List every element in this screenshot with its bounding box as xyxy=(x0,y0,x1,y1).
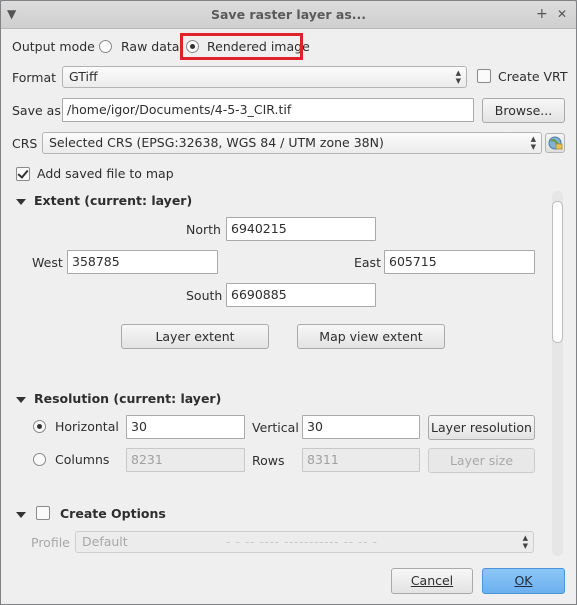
rows-label: Rows xyxy=(252,453,285,468)
resolution-section-title[interactable]: Resolution (current: layer) xyxy=(34,391,221,407)
west-label: West xyxy=(32,255,63,270)
west-input[interactable]: 358785 xyxy=(67,250,218,274)
title-bar[interactable]: ▼ Save raster layer as... + ✕ xyxy=(1,1,576,29)
columns-label[interactable]: Columns xyxy=(55,452,109,468)
profile-value: Default xyxy=(82,534,128,549)
columns-radio[interactable] xyxy=(33,453,46,466)
profile-label: Profile xyxy=(31,535,70,550)
collapse-create-options-icon[interactable] xyxy=(16,512,26,518)
save-as-path-input[interactable]: /home/igor/Documents/4-5-3_CIR.tif xyxy=(62,98,474,122)
east-input[interactable]: 605715 xyxy=(384,250,535,274)
vertical-label: Vertical xyxy=(252,420,299,435)
map-view-extent-button[interactable]: Map view extent xyxy=(297,324,445,349)
browse-button[interactable]: Browse... xyxy=(482,98,565,123)
format-label: Format xyxy=(12,70,57,85)
cancel-button[interactable]: Cancel xyxy=(391,568,473,594)
ok-button[interactable]: OK xyxy=(482,568,565,594)
horizontal-radio[interactable] xyxy=(33,420,46,433)
raw-data-label[interactable]: Raw data xyxy=(121,39,179,55)
window-title: Save raster layer as... xyxy=(210,7,367,22)
east-label: East xyxy=(354,255,381,270)
close-icon[interactable]: ✕ xyxy=(557,5,567,23)
layer-size-button[interactable]: Layer size xyxy=(428,448,535,473)
horizontal-label[interactable]: Horizontal xyxy=(55,419,119,435)
crs-label: CRS xyxy=(12,136,38,151)
crs-select[interactable]: Selected CRS (EPSG:32638, WGS 84 / UTM z… xyxy=(42,132,542,154)
columns-input[interactable]: 8231 xyxy=(126,448,245,472)
add-to-map-checkbox[interactable] xyxy=(16,167,30,181)
format-value: GTiff xyxy=(69,69,98,84)
layer-extent-button[interactable]: Layer extent xyxy=(121,324,269,349)
spin-arrows-icon: ▲ ▼ xyxy=(530,135,536,151)
cancel-button-label: Cancel xyxy=(410,573,454,588)
add-to-map-label[interactable]: Add saved file to map xyxy=(37,166,174,182)
create-vrt-checkbox[interactable] xyxy=(477,69,491,83)
output-mode-label: Output mode xyxy=(12,39,95,54)
horizontal-resolution-input[interactable]: 30 xyxy=(126,415,245,439)
scrollbar-thumb[interactable] xyxy=(552,201,563,343)
spin-arrows-icon: ▲ ▼ xyxy=(522,534,528,550)
profile-select[interactable]: Default - - -- ---- ----------- -- -- - … xyxy=(75,531,534,553)
collapse-extent-icon[interactable] xyxy=(16,199,26,205)
globe-icon xyxy=(548,136,563,150)
create-options-checkbox[interactable] xyxy=(36,506,50,520)
vertical-resolution-input[interactable]: 30 xyxy=(302,415,420,439)
north-label: North xyxy=(186,222,221,237)
vertical-scrollbar[interactable] xyxy=(552,191,563,556)
create-vrt-label[interactable]: Create VRT xyxy=(498,69,567,85)
format-select[interactable]: GTiff ▲ ▼ xyxy=(62,66,467,88)
save-as-label: Save as xyxy=(12,103,61,118)
spin-arrows-icon: ▲ ▼ xyxy=(455,69,461,85)
save-raster-dialog: ▼ Save raster layer as... + ✕ Output mod… xyxy=(0,0,577,605)
raw-data-radio[interactable] xyxy=(99,40,112,53)
ok-button-label: OK xyxy=(514,573,533,588)
crs-selector-button[interactable] xyxy=(545,133,565,153)
rendered-image-highlight xyxy=(180,33,303,60)
south-label: South xyxy=(186,288,223,303)
pin-icon[interactable]: + xyxy=(536,5,548,23)
profile-description: - - -- ---- ----------- -- -- - xyxy=(226,534,378,549)
layer-resolution-button[interactable]: Layer resolution xyxy=(428,415,535,440)
crs-value: Selected CRS (EPSG:32638, WGS 84 / UTM z… xyxy=(49,135,384,150)
south-input[interactable]: 6690885 xyxy=(226,283,376,307)
north-input[interactable]: 6940215 xyxy=(226,217,376,241)
rows-input[interactable]: 8311 xyxy=(302,448,420,472)
extent-section-title[interactable]: Extent (current: layer) xyxy=(34,193,192,209)
create-options-title[interactable]: Create Options xyxy=(60,506,166,522)
collapse-resolution-icon[interactable] xyxy=(16,397,26,403)
